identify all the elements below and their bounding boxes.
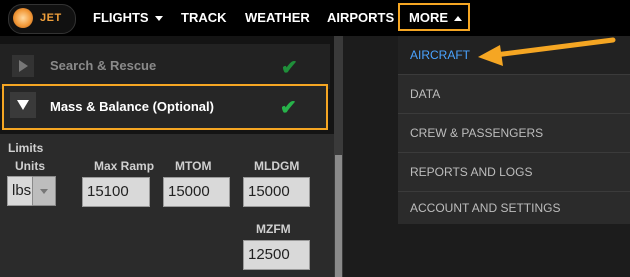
units-label: Units [15, 159, 45, 173]
nav-flights[interactable]: FLIGHTS [93, 0, 163, 36]
menu-item-data[interactable]: DATA [398, 75, 630, 113]
mtom-label: MTOM [175, 159, 212, 173]
mzfm-label: MZFM [256, 222, 291, 236]
nav-airports-label: AIRPORTS [327, 10, 395, 25]
nav-track-label: TRACK [181, 10, 227, 25]
mldgm-input[interactable]: 15000 [243, 177, 310, 207]
nav-flights-label: FLIGHTS [93, 10, 149, 25]
check-icon: ✔ [280, 97, 297, 119]
nav-weather-label: WEATHER [245, 10, 310, 25]
chevron-down-icon [154, 16, 163, 22]
max-ramp-input[interactable]: 15100 [82, 177, 150, 207]
nav-track[interactable]: TRACK [181, 0, 227, 36]
mzfm-input[interactable]: 12500 [243, 240, 310, 270]
limits-title: Limits [8, 141, 44, 155]
menu-item-crew-passengers[interactable]: CREW & PASSENGERS [398, 114, 630, 152]
search-rescue-label: Search & Rescue [50, 58, 157, 73]
max-ramp-label: Max Ramp [94, 159, 155, 173]
mass-balance-label: Mass & Balance (Optional) [50, 99, 214, 114]
mldgm-label: MLDGM [254, 159, 300, 173]
nav-weather[interactable]: WEATHER [245, 0, 310, 36]
section-search-rescue[interactable]: Search & Rescue ✔ [0, 44, 330, 89]
nav-airports[interactable]: AIRPORTS [327, 0, 394, 36]
section-mass-balance[interactable]: Mass & Balance (Optional) ✔ [2, 84, 328, 130]
nav-more-label: MORE [409, 10, 448, 25]
sun-logo-icon [13, 8, 33, 28]
menu-item-reports-logs[interactable]: REPORTS AND LOGS [398, 153, 630, 191]
scrollbar-thumb[interactable] [335, 155, 342, 277]
chevron-down-icon[interactable] [32, 176, 56, 206]
menu-item-account-settings[interactable]: ACCOUNT AND SETTINGS [398, 192, 630, 224]
logo-text: JET [40, 12, 62, 24]
app-logo[interactable]: JET [8, 4, 76, 34]
expand-down-icon [10, 92, 36, 118]
units-select[interactable]: lbs [7, 176, 34, 206]
nav-more[interactable]: MORE [409, 0, 462, 36]
check-icon: ✔ [281, 57, 298, 79]
play-right-icon [12, 55, 34, 77]
annotation-arrow-icon [478, 37, 616, 66]
mtom-input[interactable]: 15000 [163, 177, 230, 207]
chevron-up-icon [454, 16, 462, 22]
